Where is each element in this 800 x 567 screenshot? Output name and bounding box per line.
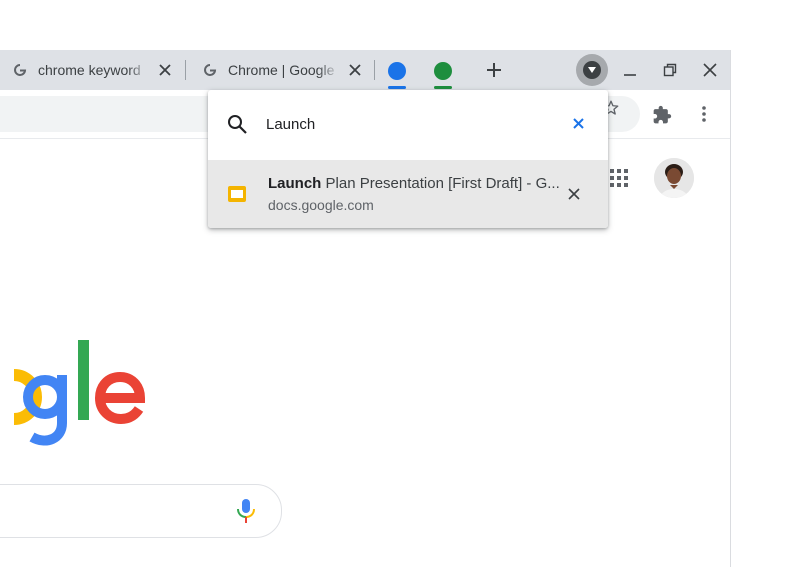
puzzle-icon[interactable]: [652, 105, 672, 125]
result-title: Launch Plan Presentation [First Draft] -…: [268, 175, 560, 192]
tab-group-underline: [388, 86, 406, 89]
close-tab-icon[interactable]: [346, 61, 364, 79]
result-title-match: Launch: [268, 175, 322, 192]
tab-search-icon: [583, 61, 601, 79]
tab-chrome-keyword[interactable]: chrome keyword: [0, 50, 174, 90]
apps-grid-icon[interactable]: [609, 168, 629, 188]
tab-separator: [185, 60, 186, 80]
result-title-rest: Plan Presentation [First Draft] - G...: [321, 175, 560, 192]
close-tab-result-icon[interactable]: [566, 186, 582, 202]
tab-separator: [374, 60, 375, 80]
google-g-icon: [14, 64, 27, 76]
tab-chrome-google[interactable]: Chrome | Google: [190, 50, 364, 90]
tab-title: chrome keyword: [38, 62, 141, 78]
google-slides-icon: [228, 184, 246, 204]
tab-strip: chrome keyword Chrome | Google: [0, 50, 730, 90]
tab-search-dropdown: Launch Plan Presentation [First Draft] -…: [208, 90, 608, 228]
close-tab-icon[interactable]: [156, 61, 174, 79]
mic-icon[interactable]: [235, 498, 257, 524]
plus-icon[interactable]: [484, 60, 504, 80]
google-logo: [0, 335, 160, 455]
result-url: docs.google.com: [268, 197, 374, 213]
tab-search-result[interactable]: Launch Plan Presentation [First Draft] -…: [208, 160, 608, 228]
close-icon[interactable]: [700, 60, 720, 80]
avatar[interactable]: [654, 158, 694, 198]
google-g-icon: [204, 64, 217, 76]
tab-group-green[interactable]: [434, 62, 452, 80]
minimize-icon[interactable]: [620, 60, 640, 80]
tab-group-blue[interactable]: [388, 62, 406, 80]
tab-search-input[interactable]: [266, 112, 546, 136]
restore-icon[interactable]: [660, 60, 680, 80]
tab-group-underline: [434, 86, 452, 89]
search-icon: [226, 113, 248, 135]
more-vert-icon[interactable]: [694, 104, 714, 124]
tab-search-button[interactable]: [576, 54, 608, 86]
clear-search-icon[interactable]: [570, 115, 586, 131]
tab-title: Chrome | Google: [228, 62, 335, 78]
